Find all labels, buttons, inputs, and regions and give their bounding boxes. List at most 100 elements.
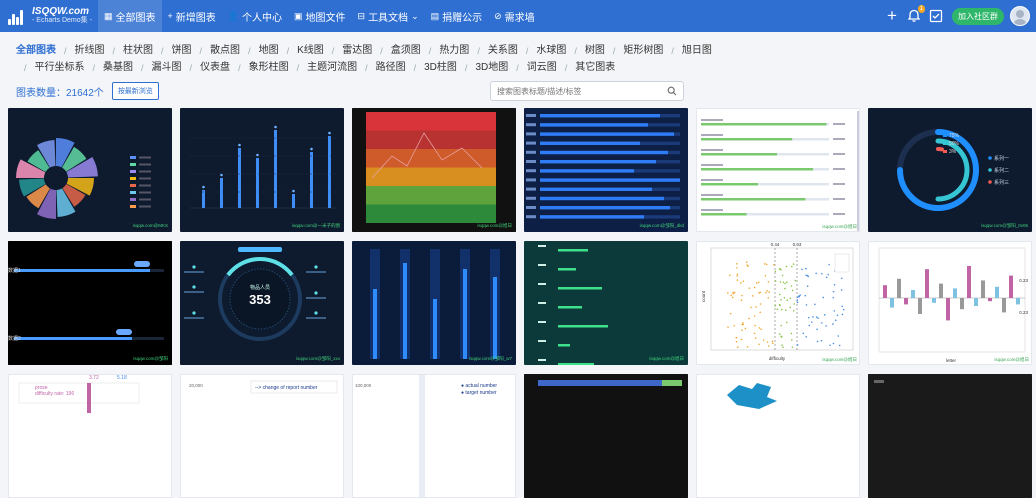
legend-swatch <box>130 205 136 208</box>
chart-card[interactable]: prosedifficulty rate: 1963.725.18 <box>8 374 172 498</box>
join-community-button[interactable]: 加入社区群 <box>952 8 1004 25</box>
pillar <box>463 269 467 359</box>
category-item[interactable]: 象形柱图 <box>249 60 289 76</box>
chart-card[interactable] <box>524 374 688 498</box>
bar <box>946 298 950 320</box>
chart-card[interactable]: isqqw.com@旭日 <box>524 241 688 365</box>
sort-latest-button[interactable]: 按最新浏览 <box>112 82 159 100</box>
chart-thumbnail: 0.230.23letterisqqw.com@旭日 <box>869 242 1032 365</box>
bar <box>256 158 259 208</box>
category-item[interactable]: 热力图 <box>439 43 469 59</box>
category-item[interactable]: 平行坐标系 <box>35 60 85 76</box>
category-item[interactable]: 柱状图 <box>123 43 153 59</box>
notification-button[interactable]: 1 <box>904 6 924 26</box>
scatter-point <box>780 281 782 283</box>
category-item[interactable]: 3D地图 <box>475 60 508 76</box>
category-item[interactable]: 路径图 <box>376 60 406 76</box>
legend-label: 系列一 <box>994 155 1009 162</box>
chart-card[interactable]: isqqw.com@邹阳_w7 <box>352 241 516 365</box>
category-item[interactable]: 桑基图 <box>103 60 133 76</box>
bar-label <box>701 194 723 196</box>
chart-card[interactable]: 75%50%3%系列一系列二系列三isqqw.com@邹阳_0v06 <box>868 108 1032 232</box>
scatter-point <box>768 291 770 293</box>
category-item[interactable]: 矩形树图 <box>623 43 663 59</box>
scatter-point <box>809 325 811 327</box>
bar-label <box>538 340 546 342</box>
category-item[interactable]: 地图 <box>259 43 279 59</box>
category-item[interactable]: 关系图 <box>488 43 518 59</box>
category-item[interactable]: 饼图 <box>172 43 192 59</box>
chart-card[interactable] <box>696 374 860 498</box>
chart-canvas: isqqw.com@旭日 <box>538 245 684 365</box>
category-item[interactable]: K线图 <box>297 43 324 59</box>
bar <box>540 169 634 172</box>
bar <box>925 269 929 298</box>
chart-card[interactable]: 物品人员353isqqw.com@邹阳_xxx <box>180 241 344 365</box>
category-item[interactable]: 漏斗图 <box>152 60 182 76</box>
chart-card[interactable] <box>868 374 1032 498</box>
scatter-point <box>798 295 800 297</box>
nav-donations[interactable]: ▤捐赠公示 <box>425 0 489 32</box>
bar-cap <box>328 132 331 135</box>
scatter-point <box>775 280 777 282</box>
nav-map-files[interactable]: ▣地图文件 <box>288 0 352 32</box>
avatar[interactable] <box>1010 6 1030 26</box>
scatter-point <box>815 273 817 275</box>
nav-requests[interactable]: ⊘需求墙 <box>488 0 541 32</box>
chart-card[interactable]: isqqw.com@一米子的图 <box>180 108 344 232</box>
category-item[interactable]: 散点图 <box>210 43 240 59</box>
category-item[interactable]: 树图 <box>585 43 605 59</box>
scatter-point <box>782 346 784 348</box>
category-item[interactable]: 雷达图 <box>342 43 372 59</box>
bar-value <box>833 168 845 170</box>
chart-card[interactable]: isqqw.com@邹阳_dkd <box>524 108 688 232</box>
scrollbar <box>857 111 859 231</box>
scatter-point <box>806 304 808 306</box>
chart-card[interactable]: 0.230.23letterisqqw.com@旭日 <box>868 241 1032 365</box>
scatter-point <box>772 341 774 343</box>
scatter-point <box>732 291 734 293</box>
chart-card[interactable]: --> change of report number20,000 <box>180 374 344 498</box>
add-icon[interactable]: + <box>882 6 902 26</box>
scatter-point <box>764 263 766 265</box>
scatter-point <box>784 288 786 290</box>
category-item[interactable]: 3D柱图 <box>424 60 457 76</box>
category-item[interactable]: 全部图表 <box>16 43 56 59</box>
search-input[interactable] <box>497 87 667 96</box>
gauge-value: 353 <box>249 292 271 307</box>
category-item[interactable]: 主题河流图 <box>307 60 357 76</box>
nav-new-chart[interactable]: +新增图表 <box>162 0 222 32</box>
scatter-point <box>763 339 765 341</box>
chart-card[interactable]: 数据1数据2isqqw.com@邹阳 <box>8 241 172 365</box>
category-item[interactable]: 盒须图 <box>391 43 421 59</box>
category-item[interactable]: 折线图 <box>75 43 105 59</box>
nav-profile[interactable]: 👤个人中心 <box>222 0 288 32</box>
bar-value <box>833 123 845 125</box>
scatter-point <box>777 309 779 311</box>
category-item[interactable]: 水球图 <box>536 43 566 59</box>
search-icon[interactable] <box>667 86 677 96</box>
scatter-point <box>793 310 795 312</box>
category-item[interactable]: 词云图 <box>527 60 557 76</box>
marker-label: 0.63 <box>793 242 802 247</box>
nav-tools-docs[interactable]: ⊟工具文档⌄ <box>352 0 425 32</box>
chart-card[interactable]: isqqw.com@旭日 <box>696 108 860 232</box>
bar <box>540 123 648 126</box>
chart-count: 图表数量： 21642个 按最新浏览 <box>16 82 159 100</box>
nav-all-charts[interactable]: ▦全部图表 <box>98 0 162 32</box>
scatter-point <box>823 297 825 299</box>
category-item[interactable]: 其它图表 <box>575 60 615 76</box>
category-item[interactable]: 仪表盘 <box>200 60 230 76</box>
bar <box>662 380 682 386</box>
chart-card[interactable]: ● actual number● target number100,000 <box>352 374 516 498</box>
category-item[interactable]: 旭日图 <box>682 43 712 59</box>
scatter-point <box>760 328 762 330</box>
scatter-point <box>780 299 782 301</box>
site-logo[interactable]: ISQQW.com - Echarts Demo集 - <box>8 7 94 25</box>
chart-card[interactable]: isqqw.com@MKS <box>8 108 172 232</box>
gauge-caption <box>184 317 204 319</box>
fullscreen-button[interactable] <box>926 6 946 26</box>
category-separator: / <box>414 60 417 76</box>
chart-card[interactable]: isqqw.com@旭日 <box>352 108 516 232</box>
chart-card[interactable]: 0.440.63difficultycountisqqw.com@旭日 <box>696 241 860 365</box>
